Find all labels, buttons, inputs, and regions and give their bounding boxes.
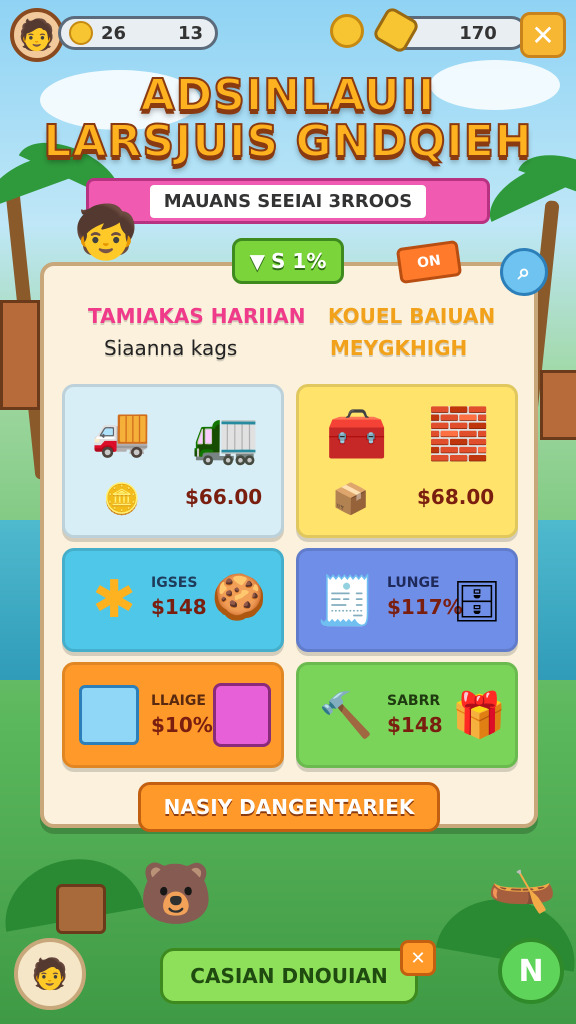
search-button[interactable]: ⌕: [500, 248, 548, 296]
boat-icon: 🛶: [487, 851, 557, 916]
card-price: $10%: [151, 713, 213, 737]
card-price: $148: [151, 595, 207, 619]
safe-icon: 🧱: [427, 404, 491, 463]
discount-tag-label: S 1%: [271, 249, 327, 273]
search-icon: ⌕: [517, 259, 531, 285]
shop-card-storage[interactable]: LLAIGE $10%: [62, 662, 284, 768]
pet-icon: 🐻: [138, 858, 214, 929]
close-icon: ✕: [531, 18, 555, 52]
truck-icon: 🚚: [91, 403, 151, 460]
main-action-button[interactable]: CASIAN DNOUIAN: [160, 948, 418, 1004]
gift-icon: 🎁: [451, 690, 507, 741]
title-line-2: LARSJUIS GNDQIEH: [42, 115, 533, 168]
coin-icon: [69, 21, 93, 45]
card-label: SABRR: [387, 693, 441, 709]
right-column-title: KOUEL BAIUAN: [328, 304, 496, 328]
tag-icon: ▼: [249, 249, 266, 273]
left-column-subtitle: Siaanna kags: [104, 336, 238, 360]
ice-cube-icon: [79, 685, 139, 745]
discount-tag[interactable]: ▼ S 1%: [232, 238, 344, 284]
gem-value: 170: [459, 22, 497, 44]
promo-banner: MAUANS SEEIAI 3RROOS: [86, 178, 490, 224]
profile-button[interactable]: 🧑: [14, 938, 86, 1010]
hammer-icon: 🔨: [318, 690, 374, 741]
cart-button[interactable]: N: [498, 938, 564, 1004]
avatar-icon[interactable]: 🧑: [10, 8, 64, 62]
close-button[interactable]: ✕: [520, 12, 566, 58]
card-price: $148: [387, 713, 443, 737]
shop-card-tools[interactable]: 🧰 🧱 📦 $68.00: [296, 384, 518, 538]
machine-icon: 🗄: [451, 578, 503, 625]
left-column-title: TAMIAKAS HARIIAN: [88, 304, 306, 328]
banner-text: MAUANS SEEIAI 3RROOS: [149, 184, 427, 218]
crate-icon: [56, 884, 106, 934]
truck-icon: 🚛: [192, 404, 260, 467]
coin-count: 13: [177, 22, 203, 44]
star-icon: ✱: [92, 570, 136, 630]
coin-counter: 26 13: [58, 16, 218, 50]
cancel-mini-button[interactable]: ✕: [400, 940, 436, 976]
shop-card-vehicles[interactable]: 🚚 🚛 🪙 $66.00: [62, 384, 284, 538]
gold-bars-icon: 📦: [332, 481, 370, 517]
bucket-icon: [213, 683, 271, 747]
card-label: IGSES: [151, 575, 198, 591]
card-price: $68.00: [417, 485, 495, 509]
coin-stack-icon: 🪙: [103, 481, 141, 517]
cash-register-icon: 🧾: [316, 572, 376, 629]
x-icon: ✕: [410, 947, 426, 969]
shop-card-boosts[interactable]: ✱ IGSES $148 🍪: [62, 548, 284, 652]
right-column-subtitle: MEYGKHIGH: [330, 336, 468, 360]
tool-icon: 🧰: [325, 404, 389, 463]
cart-icon: N: [518, 953, 544, 989]
cookie-icon: 🍪: [211, 572, 267, 623]
card-label: LUNGE: [387, 575, 440, 591]
shop-card-register[interactable]: 🧾 LUNGE $117% 🗄: [296, 548, 518, 652]
card-price: $66.00: [185, 485, 263, 509]
coin-value: 26: [101, 22, 127, 44]
daily-deal-button[interactable]: NASIY DANGENTARIEK: [138, 782, 440, 832]
gold-coin-icon: [330, 14, 364, 48]
title-line-1: ADSINLAUII: [140, 69, 436, 122]
card-label: LLAIGE: [151, 693, 206, 709]
shop-card-gift[interactable]: 🔨 SABRR $148 🎁: [296, 662, 518, 768]
